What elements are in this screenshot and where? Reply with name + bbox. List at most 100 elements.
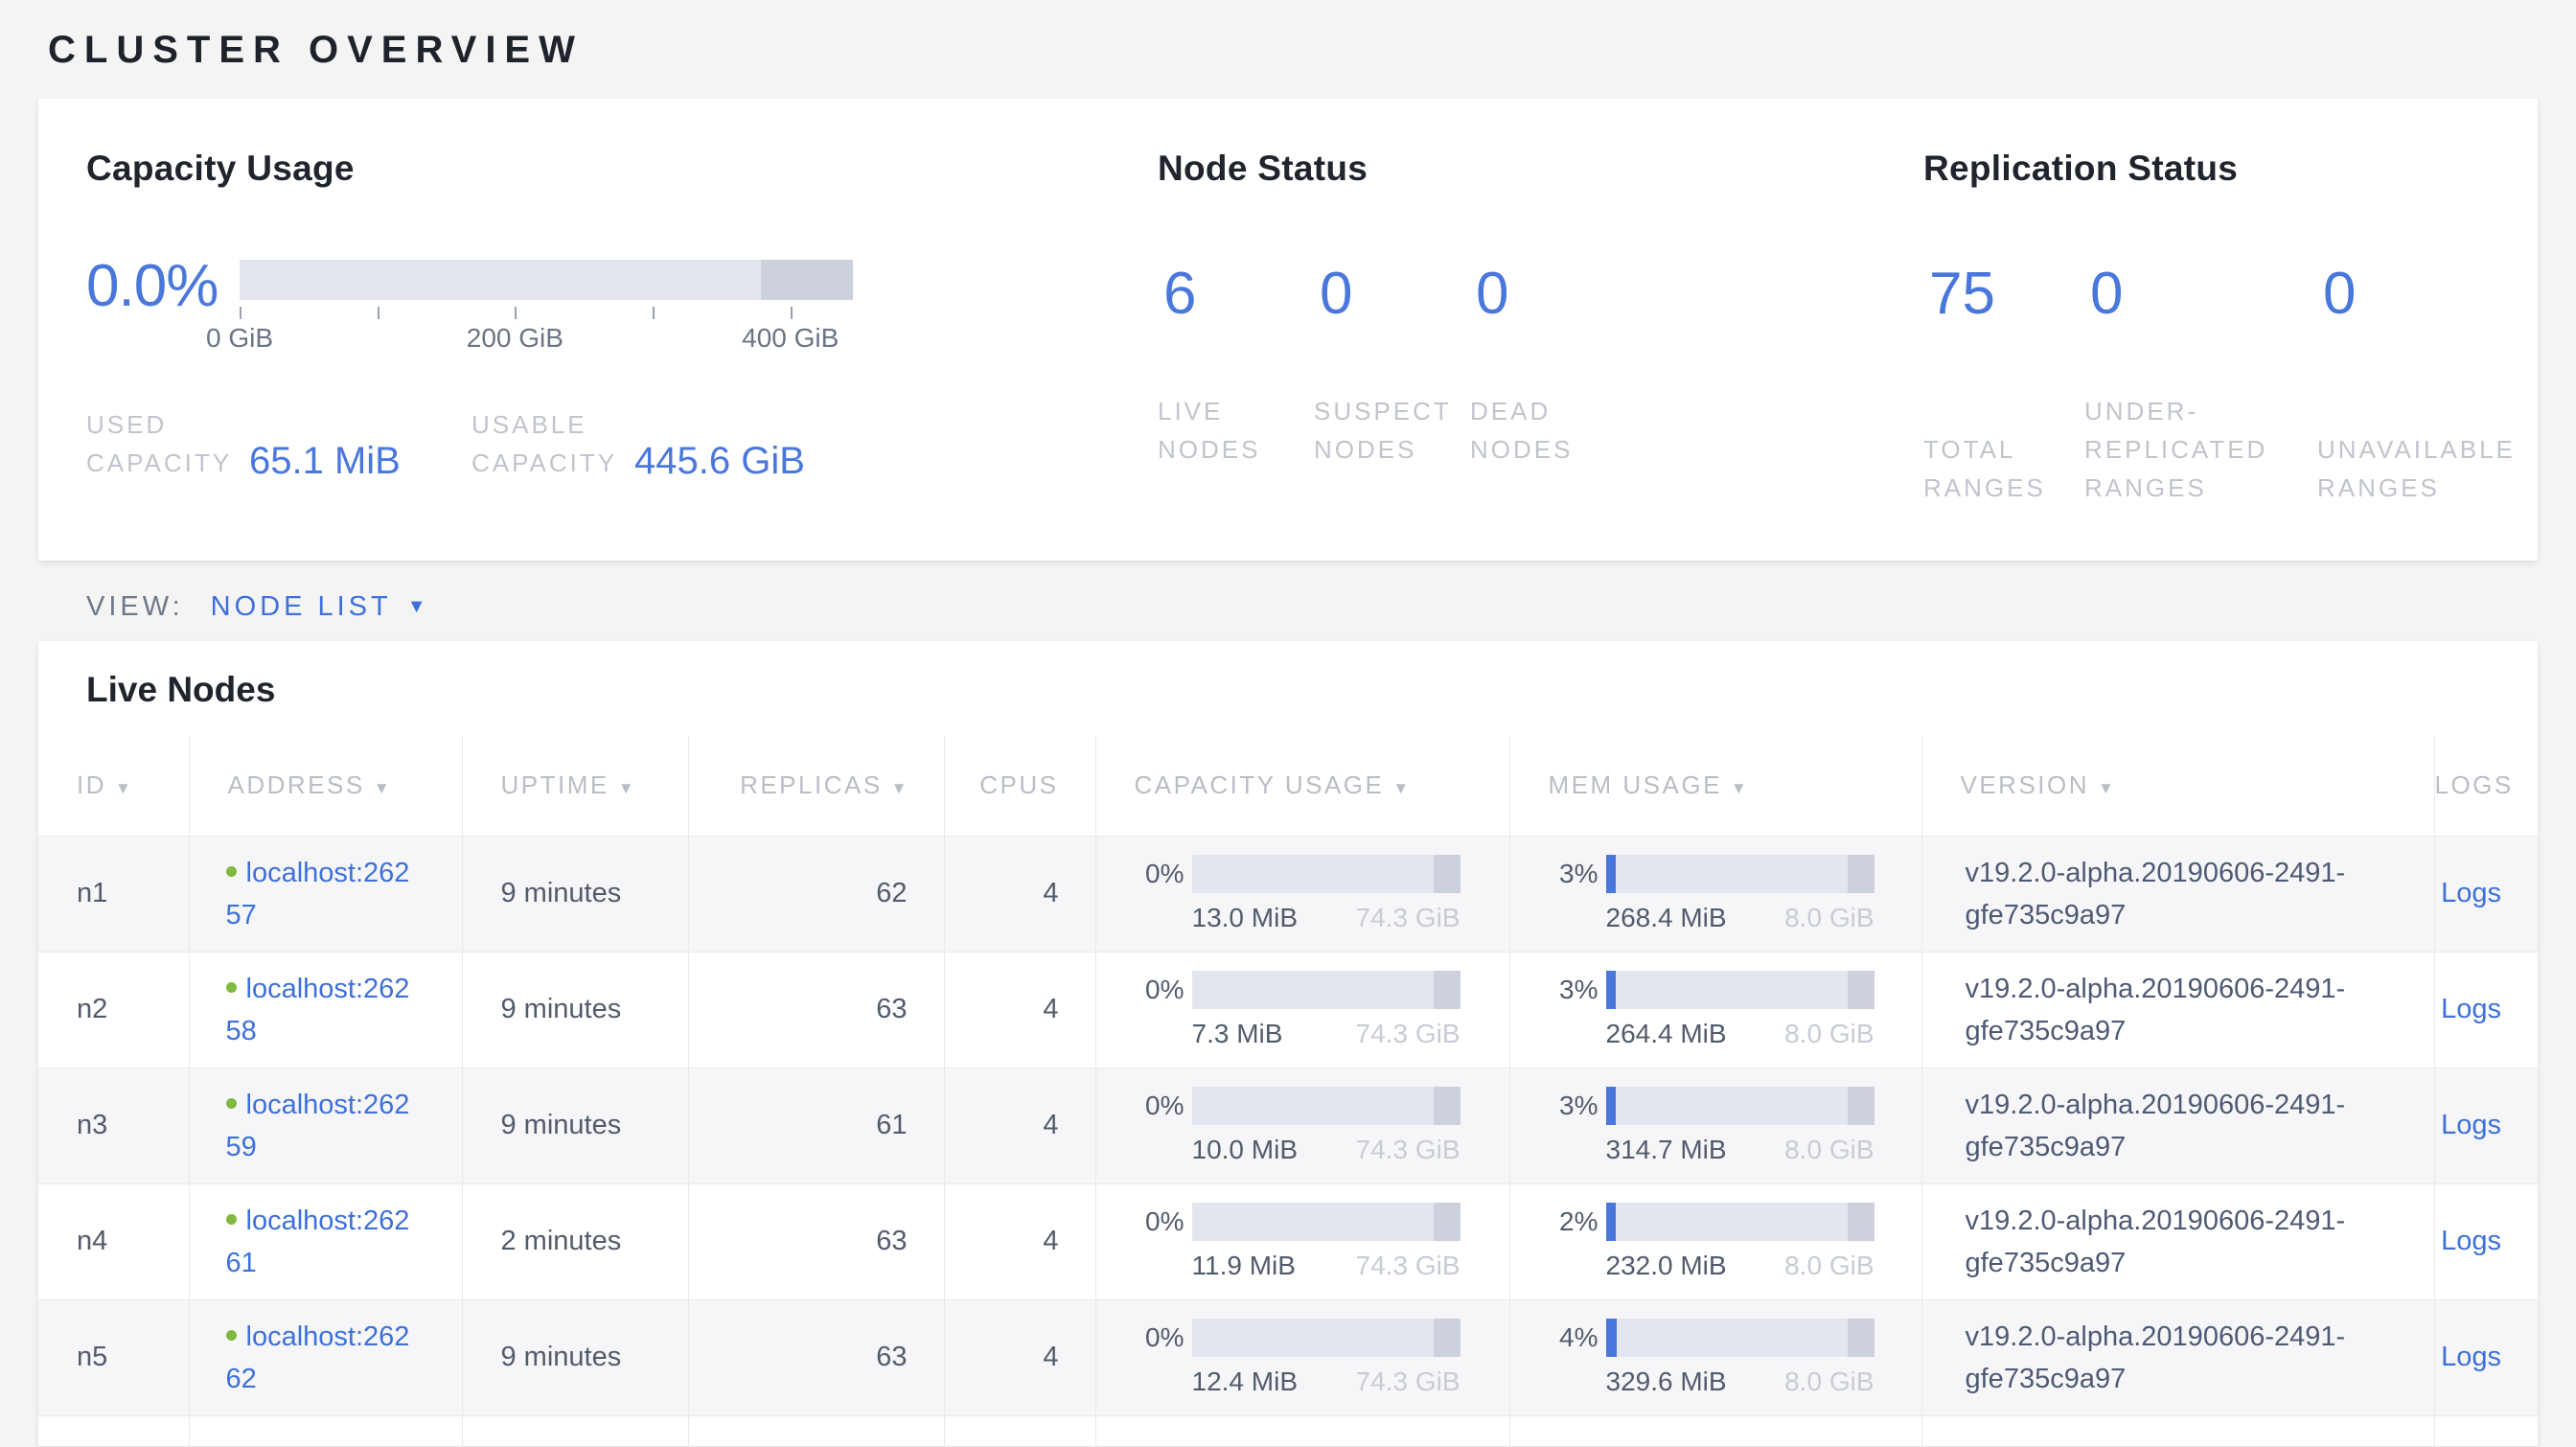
node-uptime: 9 minutes [462, 1299, 688, 1415]
capacity-percent: 0% [1125, 1206, 1184, 1237]
memory-percent: 2% [1539, 1206, 1598, 1237]
dead-nodes-count: 0 [1470, 260, 1626, 359]
view-bar: VIEW: NODE LIST ▼ [38, 572, 2538, 641]
memory-percent: 4% [1539, 1322, 1598, 1353]
memory-total: 8.0 GiB [1784, 1367, 1874, 1397]
node-cpus: 4 [944, 1299, 1095, 1415]
column-header-cpus: CPUS [944, 735, 1095, 836]
cluster-summary-card: Capacity Usage 0.0% 0 GiB 200 GiB 400 Gi… [38, 99, 2538, 561]
live-nodes-count: 6 [1158, 260, 1314, 359]
node-version: v19.2.0-alpha.20190606-2491-gfe735c9a97 [1921, 1068, 2434, 1183]
capacity-axis: 0 GiB 200 GiB 400 GiB [240, 307, 853, 351]
column-header-replicas[interactable]: REPLICAS▼ [688, 735, 944, 836]
capacity-bar-other-segment [761, 260, 853, 300]
node-uptime: 9 minutes [462, 952, 688, 1068]
node-address-link[interactable]: localhost:26262 [226, 1321, 410, 1394]
memory-bar-other-segment [1848, 855, 1874, 893]
capacity-mini-bar [1192, 1203, 1460, 1241]
node-uptime: 9 minutes [462, 836, 688, 952]
column-label: UPTIME [501, 770, 610, 799]
mem-usage-cell: 3% 314.7 MiB 8.0 GiB [1509, 1068, 1921, 1183]
page-title: CLUSTER OVERVIEW [0, 0, 2576, 72]
column-header-id[interactable]: ID ▼ [38, 735, 189, 836]
stat-label: TOTAL RANGES [1923, 430, 2084, 507]
column-header-logs: LOGS [2434, 735, 2538, 836]
logs-link[interactable]: Logs [2441, 1342, 2501, 1372]
capacity-mini-bar [1192, 855, 1460, 893]
capacity-bar-other-segment [1434, 971, 1460, 1009]
mem-usage-cell: 3% 264.4 MiB 8.0 GiB [1509, 952, 1921, 1068]
node-id: n2 [38, 952, 189, 1068]
node-address-link[interactable]: localhost:26261 [226, 1206, 410, 1278]
column-header-address[interactable]: ADDRESS▼ [189, 735, 462, 836]
node-version: v19.2.0-alpha.20190606-2491-gfe735c9a97 [1921, 836, 2434, 952]
column-header-uptime[interactable]: UPTIME▼ [462, 735, 688, 836]
logs-cell: Logs [2434, 1299, 2538, 1415]
memory-total: 8.0 GiB [1784, 1251, 1874, 1281]
logs-link[interactable]: Logs [2441, 994, 2501, 1024]
live-nodes-title: Live Nodes [38, 641, 2538, 735]
capacity-usage-title: Capacity Usage [86, 149, 1158, 189]
capacity-usage-chart: 0 GiB 200 GiB 400 GiB [240, 260, 853, 359]
capacity-usage-section: Capacity Usage 0.0% 0 GiB 200 GiB 400 Gi… [86, 149, 1158, 507]
node-status-section: Node Status 6 0 0 LIVE NODES SUSPECT NOD… [1158, 149, 1923, 507]
axis-tick [791, 307, 793, 319]
logs-link[interactable]: Logs [2441, 878, 2501, 908]
node-cpus: 4 [944, 1183, 1095, 1299]
column-header-version[interactable]: VERSION▼ [1921, 735, 2434, 836]
table-row-partial [38, 1415, 2538, 1446]
memory-bar-other-segment [1848, 1203, 1874, 1241]
capacity-percent: 0% [1125, 1322, 1184, 1353]
node-address-cell: localhost:26258 [189, 952, 462, 1068]
column-header-mem-usage[interactable]: MEM USAGE▼ [1509, 735, 1921, 836]
under-replicated-ranges-count: 0 [2084, 260, 2317, 359]
memory-mini-bar [1606, 1087, 1874, 1125]
live-status-dot-icon [226, 1214, 237, 1225]
axis-label: 0 GiB [206, 323, 273, 354]
stat-label: UNDER-REPLICATED RANGES [2084, 392, 2317, 507]
axis-tick [515, 307, 517, 319]
live-status-dot-icon [226, 1330, 237, 1341]
column-label: VERSION [1961, 770, 2090, 799]
mem-usage-cell: 3% 268.4 MiB 8.0 GiB [1509, 836, 1921, 952]
stat-label: UNAVAILABLE RANGES [2317, 430, 2542, 507]
capacity-bar-other-segment [1434, 855, 1460, 893]
sort-arrow-icon: ▼ [1392, 779, 1409, 797]
logs-cell: Logs [2434, 836, 2538, 952]
stat-label: USABLE CAPACITY [472, 405, 634, 482]
column-label: CAPACITY USAGE [1135, 770, 1385, 799]
memory-mini-bar [1606, 855, 1874, 893]
live-nodes-card: Live Nodes ID▼ADDRESS▼UPTIME▼REPLICAS▼CP… [38, 641, 2538, 1447]
node-replicas: 63 [688, 952, 944, 1068]
stat-label: SUSPECT NODES [1314, 392, 1470, 469]
node-address-link[interactable]: localhost:26259 [226, 1090, 410, 1162]
view-dropdown[interactable]: NODE LIST ▼ [211, 591, 426, 623]
memory-total: 8.0 GiB [1784, 1019, 1874, 1049]
capacity-mini-bar [1192, 971, 1460, 1009]
memory-bar-fill [1606, 971, 1616, 1009]
logs-link[interactable]: Logs [2441, 1226, 2501, 1256]
node-address-link[interactable]: localhost:26257 [226, 858, 410, 930]
live-nodes-table: ID▼ADDRESS▼UPTIME▼REPLICAS▼CPUSCAPACITY … [38, 735, 2538, 1447]
memory-total: 8.0 GiB [1784, 1135, 1874, 1165]
logs-link[interactable]: Logs [2441, 1110, 2501, 1140]
column-header-capacity-usage[interactable]: CAPACITY USAGE ▼ [1095, 735, 1509, 836]
column-label: ID [77, 770, 106, 799]
node-cpus: 4 [944, 1068, 1095, 1183]
capacity-total: 74.3 GiB [1356, 1251, 1460, 1281]
memory-bar-other-segment [1848, 1087, 1874, 1125]
logs-cell: Logs [2434, 1068, 2538, 1183]
sort-arrow-icon: ▼ [115, 779, 131, 797]
memory-used: 232.0 MiB [1606, 1251, 1727, 1281]
used-capacity-stat: USED CAPACITY 65.1 MiB [86, 405, 472, 482]
axis-tick [240, 307, 242, 319]
column-label: ADDRESS [228, 770, 365, 799]
node-address-link[interactable]: localhost:26258 [226, 974, 410, 1046]
stat-value: 65.1 MiB [249, 440, 401, 482]
capacity-bar-other-segment [1434, 1319, 1460, 1357]
node-cpus: 4 [944, 952, 1095, 1068]
memory-percent: 3% [1539, 975, 1598, 1005]
memory-bar-fill [1606, 1319, 1617, 1357]
memory-used: 314.7 MiB [1606, 1135, 1727, 1165]
node-cpus: 4 [944, 836, 1095, 952]
